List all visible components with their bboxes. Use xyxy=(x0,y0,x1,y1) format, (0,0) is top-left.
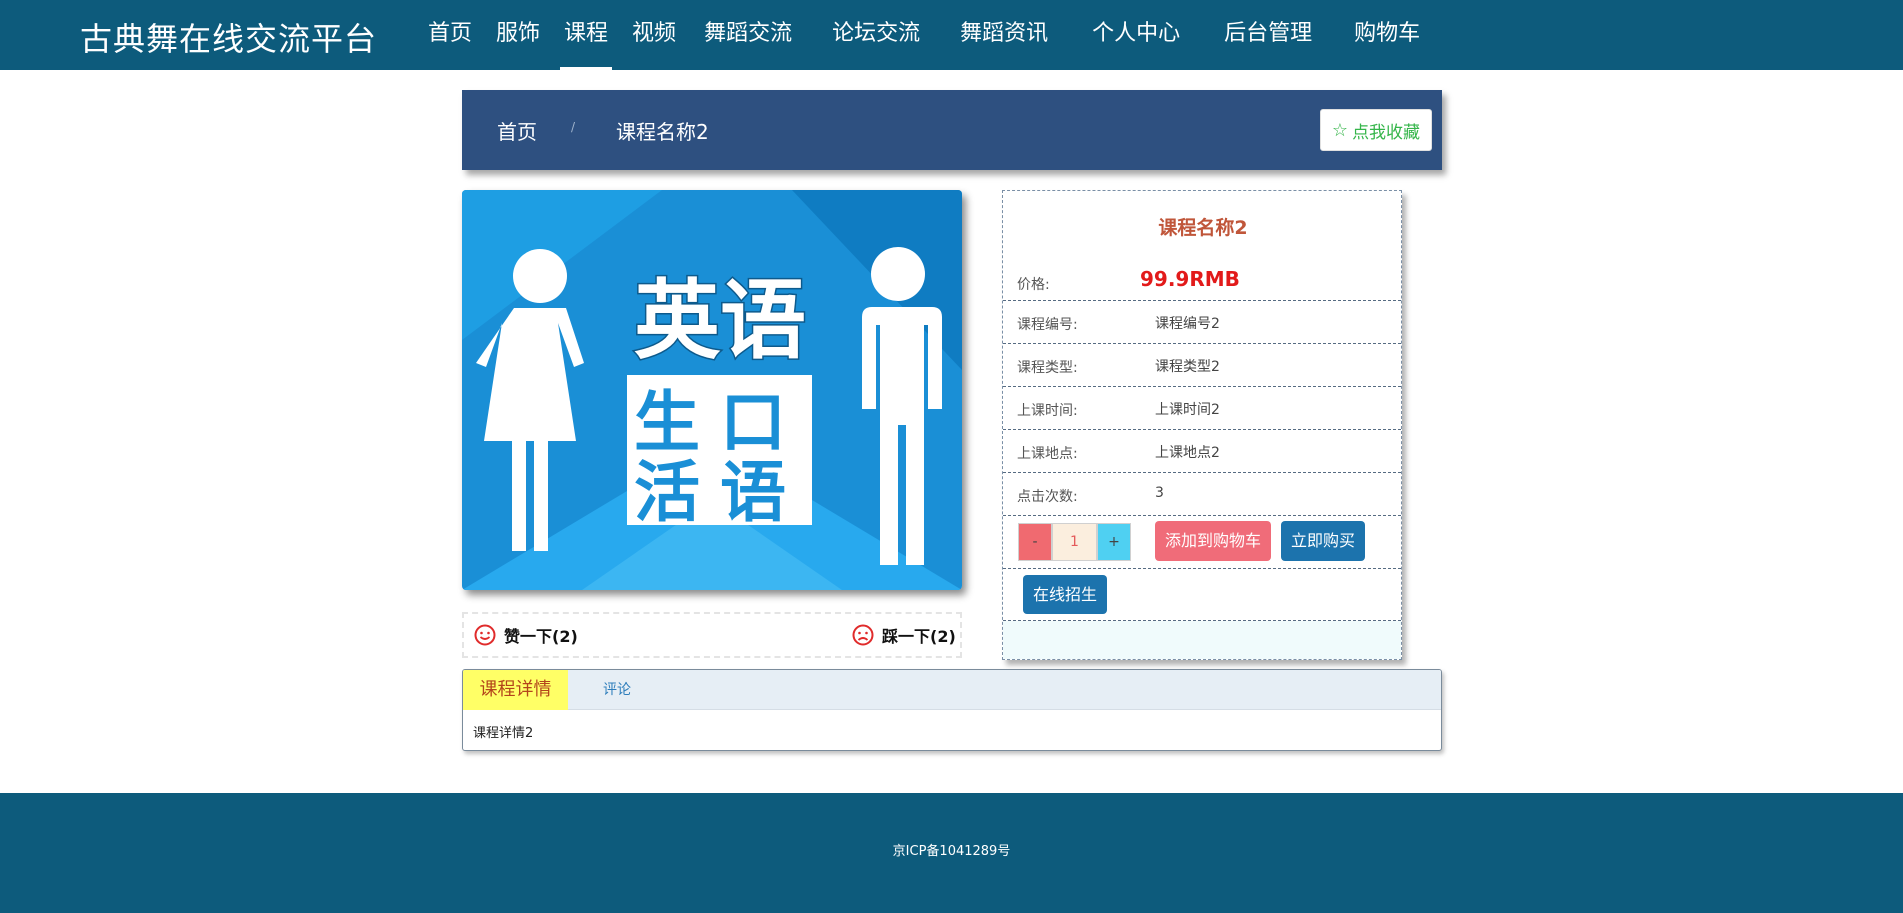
recruit-row: 在线招生 xyxy=(1003,569,1401,621)
info-label: 上课地点: xyxy=(1017,446,1078,462)
quantity-row: - 1 + 添加到购物车 立即购买 xyxy=(1003,515,1401,569)
course-title: 课程名称2 xyxy=(1158,217,1248,239)
course-image: 英语 生口 活语 xyxy=(462,190,962,590)
poster-title: 英语 xyxy=(634,271,806,371)
info-row-course-type: 课程类型: 课程类型2 xyxy=(1003,344,1401,387)
nav-admin[interactable]: 后台管理 xyxy=(1212,0,1324,70)
smile-icon xyxy=(474,624,496,646)
quantity-input[interactable]: 1 xyxy=(1052,523,1097,561)
quantity-decrease-button[interactable]: - xyxy=(1018,523,1052,561)
detail-tabs: 课程详情 评论 课程详情2 xyxy=(462,669,1442,751)
top-navbar: 古典舞在线交流平台 首页 服饰 课程 视频 舞蹈交流 论坛交流 舞蹈资讯 个人中… xyxy=(0,0,1903,70)
add-to-cart-button[interactable]: 添加到购物车 xyxy=(1155,521,1271,561)
info-row-class-location: 上课地点: 上课地点2 xyxy=(1003,430,1401,473)
dislike-button[interactable]: 踩一下(2) xyxy=(852,623,956,647)
breadcrumb-separator: / xyxy=(571,120,576,134)
star-outline-icon: ☆ xyxy=(1331,119,1349,141)
info-panel-footer xyxy=(1003,621,1401,659)
quantity-increase-button[interactable]: + xyxy=(1097,523,1131,561)
breadcrumb-current: 课程名称2 xyxy=(616,120,709,144)
poster-line-1: 生口 xyxy=(634,384,806,461)
tab-content: 课程详情2 xyxy=(473,726,534,741)
nav-clothing[interactable]: 服饰 xyxy=(484,0,552,70)
price-value: 99.9RMB xyxy=(1140,267,1240,291)
breadcrumb-home[interactable]: 首页 xyxy=(497,116,537,145)
site-brand[interactable]: 古典舞在线交流平台 xyxy=(80,14,377,60)
tab-course-details[interactable]: 课程详情 xyxy=(463,670,568,710)
favorite-button[interactable]: ☆ 点我收藏 xyxy=(1320,109,1432,151)
like-label: 赞一下(2) xyxy=(504,627,578,646)
info-value: 课程编号2 xyxy=(1155,316,1220,332)
icp-record: 京ICP备1041289号 xyxy=(892,844,1011,859)
nav-cart[interactable]: 购物车 xyxy=(1342,0,1432,70)
info-label: 课程编号: xyxy=(1017,317,1078,333)
buy-now-button[interactable]: 立即购买 xyxy=(1281,521,1365,561)
nav-videos[interactable]: 视频 xyxy=(620,0,688,70)
info-value: 课程类型2 xyxy=(1155,359,1220,375)
nav-dance-exchange[interactable]: 舞蹈交流 xyxy=(692,0,804,70)
course-info-panel: 课程名称2 价格: 99.9RMB 课程编号: 课程编号2 课程类型: 课程类型… xyxy=(1002,190,1402,660)
nav-courses[interactable]: 课程 xyxy=(552,0,620,70)
like-button[interactable]: 赞一下(2) xyxy=(474,623,578,647)
favorite-label: 点我收藏 xyxy=(1352,122,1421,143)
page-footer: 京ICP备1041289号 xyxy=(0,793,1903,913)
info-value: 上课时间2 xyxy=(1155,402,1220,418)
tab-comments[interactable]: 评论 xyxy=(603,670,631,710)
info-value: 上课地点2 xyxy=(1155,445,1220,461)
online-recruit-button[interactable]: 在线招生 xyxy=(1023,575,1107,614)
info-label: 课程类型: xyxy=(1017,360,1078,376)
price-row: 价格: 99.9RMB xyxy=(1003,261,1401,301)
tab-header: 课程详情 评论 xyxy=(463,670,1441,710)
info-row-course-number: 课程编号: 课程编号2 xyxy=(1003,301,1401,344)
nav-dance-news[interactable]: 舞蹈资讯 xyxy=(948,0,1060,70)
info-label: 上课时间: xyxy=(1017,403,1078,419)
breadcrumb: 首页 / 课程名称2 ☆ 点我收藏 xyxy=(462,90,1442,170)
nav-home[interactable]: 首页 xyxy=(416,0,484,70)
poster-line-2: 活语 xyxy=(634,454,806,531)
vote-bar: 赞一下(2) 踩一下(2) xyxy=(462,612,962,658)
info-row-click-count: 点击次数: 3 xyxy=(1003,473,1401,516)
info-value: 3 xyxy=(1155,485,1164,501)
info-label: 点击次数: xyxy=(1017,489,1078,505)
info-row-class-time: 上课时间: 上课时间2 xyxy=(1003,387,1401,430)
dislike-label: 踩一下(2) xyxy=(882,627,956,646)
price-label: 价格: xyxy=(1017,277,1050,293)
nav-forum[interactable]: 论坛交流 xyxy=(820,0,932,70)
main-nav: 首页 服饰 课程 视频 舞蹈交流 论坛交流 舞蹈资讯 个人中心 后台管理 购物车 xyxy=(416,0,1432,70)
nav-personal-center[interactable]: 个人中心 xyxy=(1080,0,1192,70)
frown-icon xyxy=(852,624,874,646)
